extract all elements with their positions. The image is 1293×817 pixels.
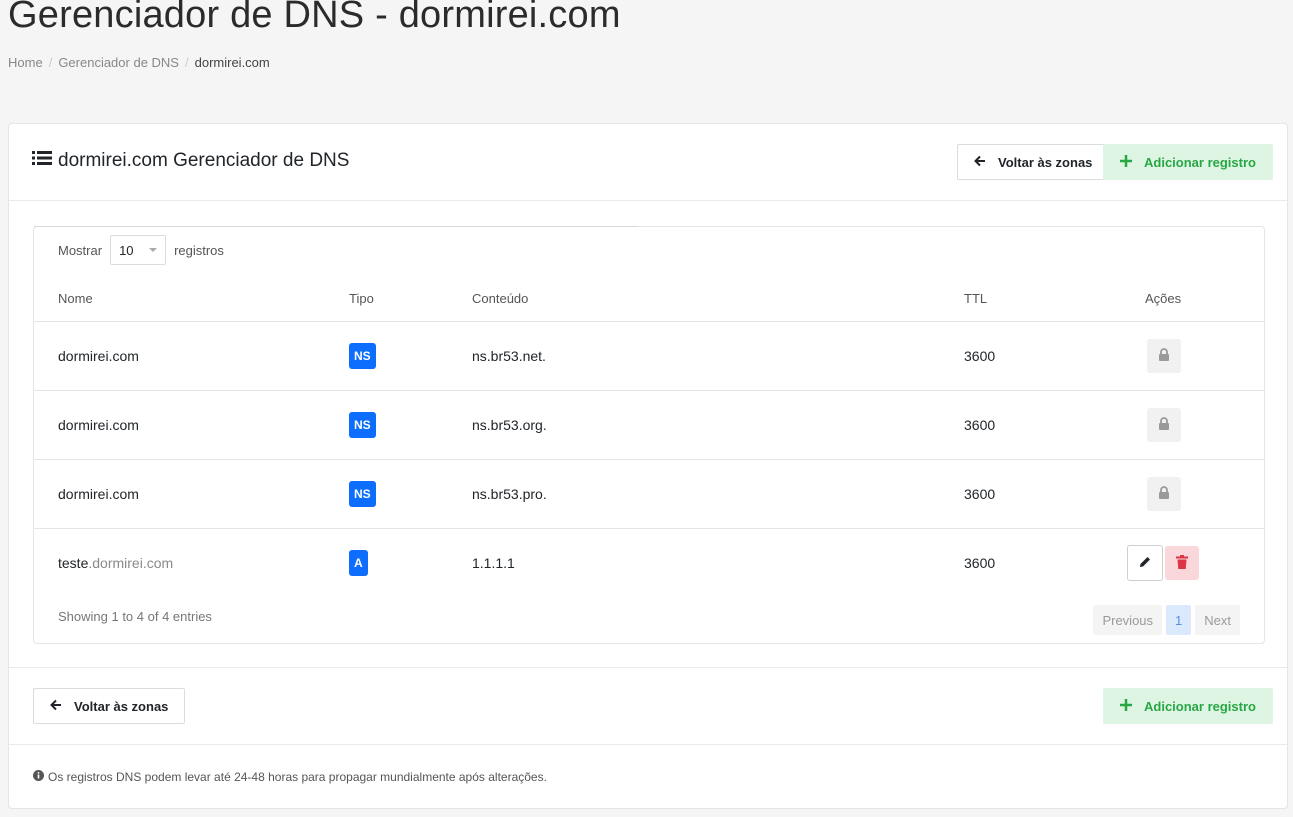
footer-back-to-zones-label: Voltar às zonas	[74, 698, 169, 714]
column-header-name[interactable]: Nome	[58, 291, 93, 306]
breadcrumb-home[interactable]: Home	[8, 55, 43, 70]
lock-icon	[1158, 348, 1170, 364]
locked-record-button	[1147, 477, 1181, 511]
column-header-content[interactable]: Conteúdo	[472, 291, 528, 306]
propagation-note-text: Os registros DNS podem levar até 24-48 h…	[48, 770, 547, 784]
arrow-left-icon	[50, 699, 62, 714]
edit-record-button[interactable]	[1127, 545, 1163, 581]
locked-record-button	[1147, 339, 1181, 373]
add-record-button[interactable]: Adicionar registro	[1103, 144, 1273, 180]
record-ttl: 3600	[964, 348, 996, 364]
delete-record-button[interactable]	[1165, 546, 1199, 580]
table-info: Showing 1 to 4 of 4 entries	[58, 609, 212, 624]
record-domain-suffix: .dormirei.com	[88, 555, 174, 571]
breadcrumb-separator: /	[184, 55, 189, 70]
footer-back-to-zones-button[interactable]: Voltar às zonas	[33, 688, 186, 724]
record-subdomain: teste	[58, 555, 89, 571]
breadcrumb-separator: /	[48, 55, 53, 70]
record-ttl: 3600	[964, 486, 996, 502]
breadcrumb-dns[interactable]: Gerenciador de DNS	[58, 55, 179, 70]
column-header-type[interactable]: Tipo	[349, 291, 374, 306]
table-row: dormirei.com NS ns.br53.pro. 3600	[34, 459, 1264, 528]
page-length-select[interactable]: 10	[110, 235, 167, 265]
record-name: teste.dormirei.com	[58, 555, 173, 571]
pencil-icon	[1139, 555, 1151, 571]
record-ttl: 3600	[964, 417, 996, 433]
show-label: Mostrar	[58, 242, 103, 258]
record-type-badge: NS	[349, 412, 376, 438]
page-length-value: 10	[119, 242, 134, 258]
breadcrumb: Home / Gerenciador de DNS / dormirei.com	[8, 55, 270, 70]
card-title: dormirei.com Gerenciador de DNS	[32, 150, 349, 172]
record-name: dormirei.com	[58, 348, 139, 364]
plus-icon	[1120, 698, 1132, 714]
trash-icon	[1176, 554, 1188, 572]
footer-add-record-button[interactable]: Adicionar registro	[1103, 688, 1273, 724]
record-content: ns.br53.org.	[472, 417, 547, 433]
card-header: dormirei.com Gerenciador de DNS Voltar à…	[9, 124, 1287, 201]
table-row: teste.dormirei.com A 1.1.1.1 3600	[34, 528, 1264, 597]
add-record-label: Adicionar registro	[1144, 154, 1256, 170]
chevron-down-icon	[149, 248, 158, 252]
arrow-left-icon	[974, 155, 986, 170]
column-header-ttl[interactable]: TTL	[964, 291, 987, 306]
lock-icon	[1158, 417, 1170, 433]
record-content: ns.br53.net.	[472, 348, 546, 364]
record-ttl: 3600	[964, 555, 996, 571]
table-row: dormirei.com NS ns.br53.net. 3600	[34, 321, 1264, 390]
breadcrumb-current: dormirei.com	[194, 55, 270, 70]
lock-icon	[1158, 486, 1170, 502]
record-content: 1.1.1.1	[472, 555, 515, 571]
page-length-control: Mostrar 10 registros	[58, 235, 224, 265]
table-row: dormirei.com NS ns.br53.org. 3600	[34, 390, 1264, 459]
record-type-badge: NS	[349, 343, 376, 369]
pagination: Previous 1 Next	[1093, 605, 1240, 635]
propagation-note: Os registros DNS podem levar até 24-48 h…	[33, 770, 547, 784]
pagination-page-1[interactable]: 1	[1166, 605, 1192, 635]
record-type-badge: NS	[349, 481, 376, 507]
back-to-zones-label: Voltar às zonas	[998, 154, 1093, 170]
divider	[9, 744, 1287, 745]
info-icon	[33, 770, 44, 784]
locked-record-button	[1147, 408, 1181, 442]
records-label: registros	[174, 242, 224, 258]
plus-icon	[1120, 154, 1132, 170]
record-content: ns.br53.pro.	[472, 486, 547, 502]
pagination-next[interactable]: Next	[1195, 605, 1240, 635]
record-type-badge: A	[349, 550, 368, 576]
card-title-text: dormirei.com Gerenciador de DNS	[58, 150, 350, 171]
page-title: Gerenciador de DNS - dormirei.com	[8, 0, 621, 36]
dns-card: dormirei.com Gerenciador de DNS Voltar à…	[8, 123, 1288, 809]
records-table-wrapper: Mostrar 10 registros Nome Tipo Conteúdo …	[33, 226, 1265, 644]
record-name: dormirei.com	[58, 486, 139, 502]
pagination-previous[interactable]: Previous	[1093, 605, 1163, 635]
list-icon	[32, 150, 52, 172]
record-name: dormirei.com	[58, 417, 139, 433]
column-header-actions: Ações	[1145, 291, 1182, 306]
footer-add-record-label: Adicionar registro	[1144, 698, 1256, 714]
back-to-zones-button[interactable]: Voltar às zonas	[957, 144, 1110, 180]
divider	[9, 667, 1287, 668]
